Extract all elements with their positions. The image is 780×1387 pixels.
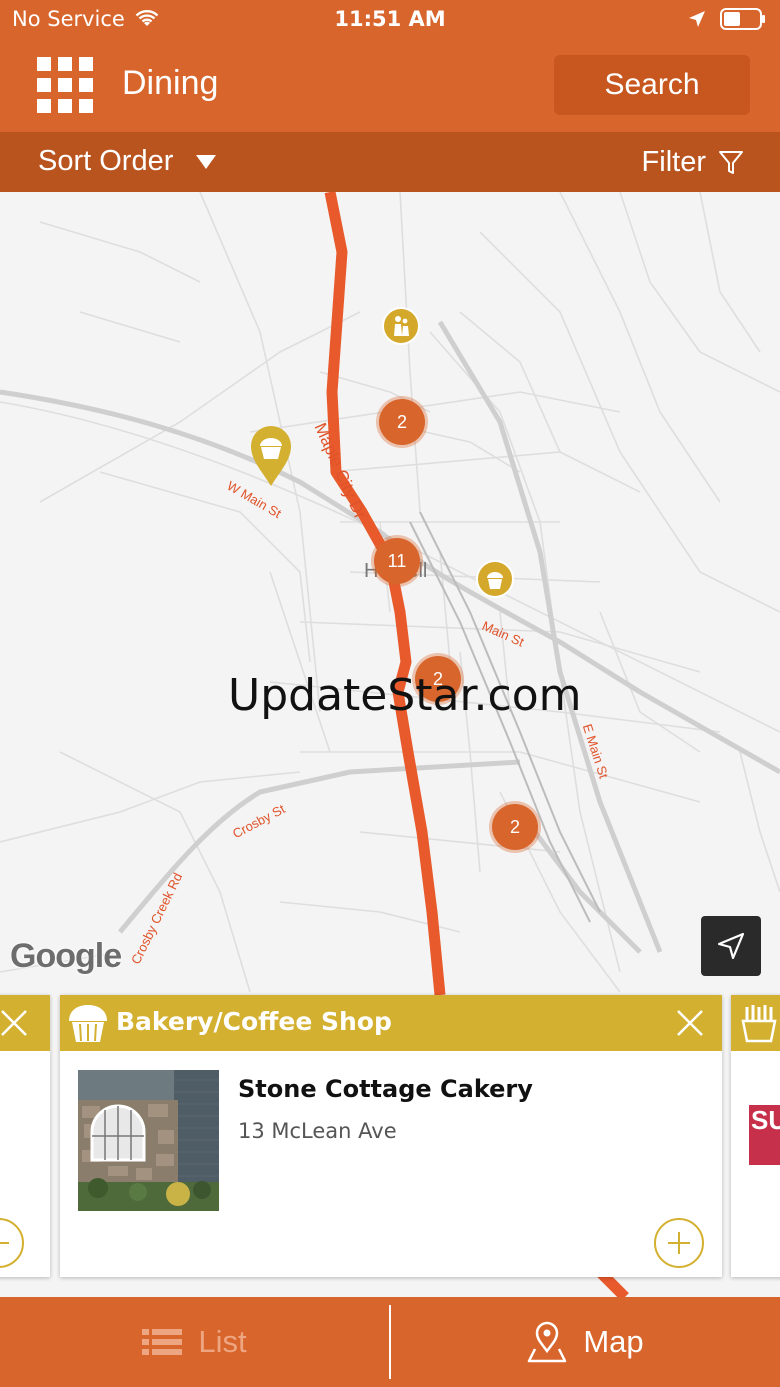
- family-icon: [394, 316, 409, 336]
- place-name[interactable]: Stone Cottage Cakery: [238, 1075, 533, 1103]
- add-icon[interactable]: [0, 1218, 24, 1268]
- map-cluster[interactable]: 2: [379, 399, 425, 445]
- filter-button[interactable]: Filter: [642, 146, 744, 179]
- category-title: Bakery/Coffee Shop: [116, 1007, 392, 1036]
- status-time: 11:51 AM: [334, 7, 446, 31]
- status-bar: No Service 11:51 AM: [0, 0, 780, 40]
- peek-photo: SU: [749, 1105, 780, 1165]
- tab-map[interactable]: Map: [391, 1297, 780, 1387]
- card-peek-left-header: [0, 995, 50, 1051]
- cupcake-icon: [487, 572, 503, 589]
- peek-photo-text: SU: [751, 1105, 780, 1135]
- card-peek-right-header: [731, 995, 780, 1051]
- search-button[interactable]: Search: [554, 55, 750, 115]
- my-location-button[interactable]: [701, 916, 761, 976]
- sort-order-label: Sort Order: [38, 145, 174, 177]
- status-right: [688, 8, 766, 30]
- sort-order-dropdown[interactable]: Sort Order: [38, 145, 217, 178]
- navigation-arrow-icon: [717, 932, 745, 960]
- sort-filter-bar: Sort Order Filter: [0, 132, 780, 192]
- battery-icon: [720, 8, 765, 30]
- watermark: UpdateStar.com: [228, 670, 582, 721]
- tab-map-label: Map: [583, 1324, 644, 1359]
- filter-funnel-icon: [719, 150, 743, 174]
- app-header: Dining Search: [0, 40, 780, 132]
- list-icon: [142, 1329, 183, 1355]
- close-icon[interactable]: [0, 1009, 28, 1037]
- selected-bakery-pin[interactable]: [249, 424, 293, 488]
- google-logo: Google: [10, 937, 122, 975]
- fries-icon: [741, 1005, 777, 1043]
- place-card-header: Bakery/Coffee Shop: [60, 995, 722, 1051]
- card-peek-right[interactable]: SU: [731, 995, 780, 1277]
- location-arrow-icon: [689, 11, 705, 27]
- place-card[interactable]: Bakery/Coffee Shop Stone Cottage Cakery …: [60, 995, 722, 1277]
- place-address: 13 McLean Ave: [238, 1119, 397, 1143]
- poi-family-marker[interactable]: [382, 307, 420, 345]
- close-icon[interactable]: [676, 1009, 704, 1037]
- route-highway: [324, 192, 446, 996]
- page-title: Dining: [122, 64, 219, 102]
- cupcake-icon: [69, 1005, 107, 1042]
- add-icon[interactable]: [654, 1218, 704, 1268]
- card-peek-left[interactable]: [0, 995, 50, 1277]
- caret-down-icon: [196, 154, 217, 169]
- poi-bakery-marker[interactable]: [476, 560, 514, 598]
- map-cluster[interactable]: 11: [374, 538, 420, 584]
- place-photo: [78, 1070, 219, 1211]
- filter-label: Filter: [641, 146, 706, 178]
- map-pin-icon: [528, 1321, 567, 1363]
- tab-list[interactable]: List: [0, 1297, 389, 1387]
- grid-menu-icon[interactable]: [37, 57, 93, 113]
- map-cluster[interactable]: 2: [492, 804, 538, 850]
- bottom-nav: List Map: [0, 1297, 780, 1387]
- tab-list-label: List: [198, 1324, 247, 1359]
